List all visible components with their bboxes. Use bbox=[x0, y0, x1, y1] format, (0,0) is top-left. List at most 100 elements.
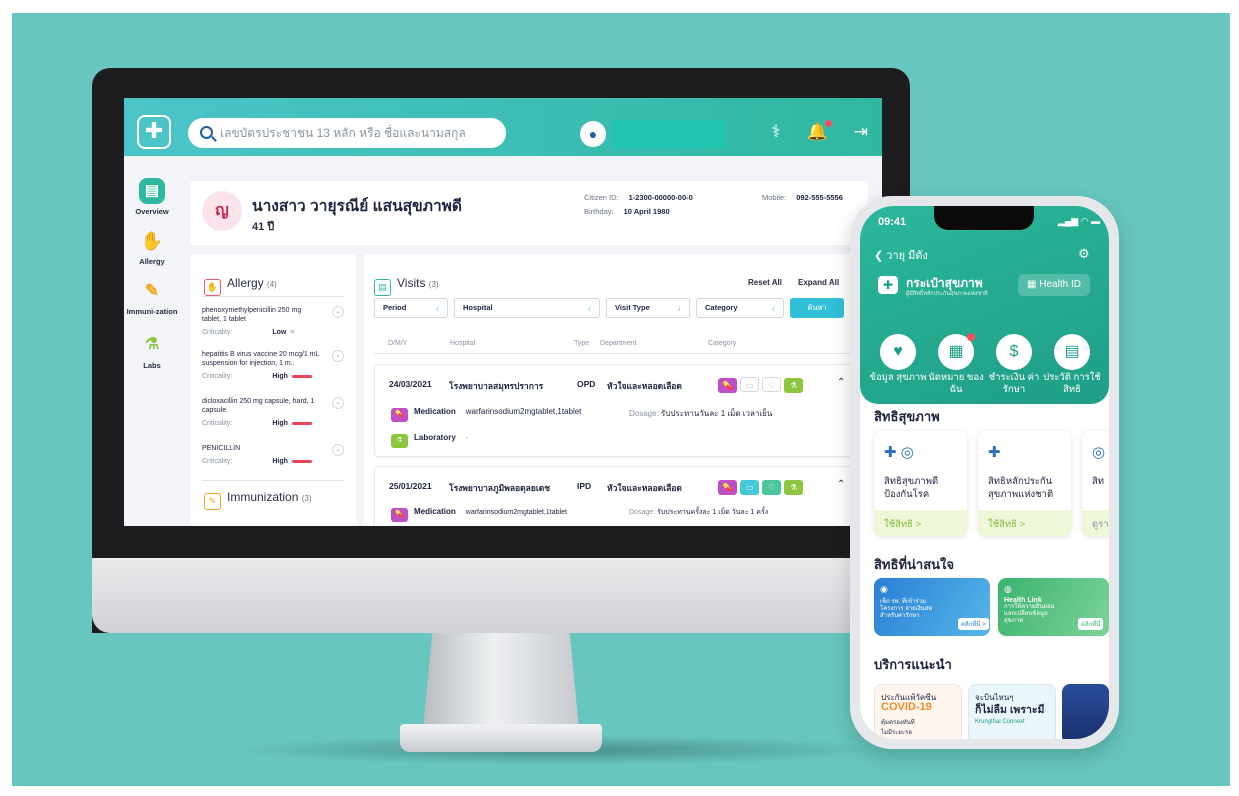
flask-icon: ⚗ bbox=[144, 336, 160, 353]
high-indicator bbox=[291, 460, 312, 463]
notification-bell-icon[interactable]: 🔔 bbox=[807, 120, 832, 142]
quick-label-health: ข้อมูล สุขภาพ bbox=[869, 372, 927, 383]
medication-row[interactable]: 💊 Medication warfarinsodium2mgtablet,1tabl… bbox=[391, 407, 772, 422]
desktop-header: ✚ เลขบัตรประชาชน 13 หลัก หรือ ชื่อและนาม… bbox=[124, 98, 882, 156]
calendar-icon[interactable]: ▦ bbox=[938, 333, 975, 370]
allergy-heading: ✋ Allergy (4) bbox=[204, 276, 277, 296]
monitor-stand-foot bbox=[400, 724, 602, 752]
period-select[interactable]: Period ↓ bbox=[374, 298, 448, 318]
chevron-up-icon[interactable]: ⌃ bbox=[837, 377, 845, 388]
visit-type-select[interactable]: Visit Type ↓ bbox=[606, 298, 690, 318]
visit-row[interactable]: 25/01/2021 โรงพยาบาลภูมิพลอดุลยเดช IPD ห… bbox=[374, 466, 860, 526]
interest-heading: สิทธิที่น่าสนใจ bbox=[874, 557, 954, 572]
pill-icon: 💊 bbox=[718, 480, 737, 495]
chevron-down-icon[interactable]: ⌄ bbox=[332, 444, 344, 456]
quick-label-appointment: นัดหมาย ของฉัน bbox=[928, 372, 984, 395]
history-icon[interactable]: ▤ bbox=[1054, 334, 1090, 370]
doctor-icon[interactable]: ⚕ bbox=[771, 122, 780, 142]
travel-insurance-card[interactable]: จะบินไหนๆ ก็ไม่ลืม เพราะมี Krungthai Con… bbox=[968, 684, 1056, 739]
visits-heading: ▤ Visits (3) bbox=[374, 276, 439, 296]
service-card[interactable] bbox=[1062, 684, 1109, 739]
health-logo-icon: ✚ bbox=[988, 444, 1001, 461]
visits-icon: ▤ bbox=[374, 279, 391, 296]
pill-icon: 💊 bbox=[391, 408, 408, 422]
phone-screen: 09:41 ▂▄▆ ◠ ▬ ❮ วายุ มีตัง ⚙ ✚ กระเป๋าสุ… bbox=[860, 206, 1109, 739]
flask-icon: ⚗ bbox=[391, 434, 408, 448]
sidebar-item-allergy[interactable]: ✋ Allergy bbox=[124, 228, 180, 266]
mobile-row: Mobile: 092-555-5556 bbox=[762, 193, 843, 202]
flask-icon: ⚗ bbox=[784, 378, 803, 393]
patient-search-input[interactable]: เลขบัตรประชาชน 13 หลัก หรือ ชื่อและนามสก… bbox=[188, 118, 506, 148]
status-icons: ▂▄▆ ◠ ▬ bbox=[1058, 216, 1101, 226]
app-logo-icon[interactable]: ✚ bbox=[137, 115, 171, 149]
category-select[interactable]: Category ↓ bbox=[696, 298, 784, 318]
chevron-up-icon[interactable]: ⌃ bbox=[837, 479, 845, 490]
bed-icon: ▭ bbox=[740, 377, 759, 392]
sidebar-item-overview[interactable]: ▤ Overview bbox=[124, 178, 180, 216]
allergy-item[interactable]: dicloxacillin 250 mg capsule, hard, 1 ca… bbox=[202, 397, 344, 428]
visit-filters: Period ↓ Hospital ↓ Visit Type ↓ Category ↓ … bbox=[374, 298, 844, 318]
search-icon bbox=[200, 126, 213, 139]
logout-icon[interactable]: ⇥ bbox=[854, 122, 868, 142]
divider bbox=[202, 480, 344, 481]
grid-icon: ▦ bbox=[1027, 279, 1037, 290]
chevron-left-icon: ❮ bbox=[874, 250, 884, 262]
use-rights-link[interactable]: ใช้สิทธิ > bbox=[874, 510, 967, 536]
category-tags: 💊 ▭ ♡ ⚗ bbox=[715, 477, 803, 495]
desktop-sidebar: ▤ Overview ✋ Allergy ✎ Immuni-zation ⚗ L… bbox=[124, 170, 180, 526]
hand-icon: ✋ bbox=[204, 279, 221, 296]
hand-icon: ✋ bbox=[140, 231, 164, 251]
chevron-down-icon[interactable]: ⌄ bbox=[332, 350, 344, 362]
covid-insurance-card[interactable]: ประกันแพ้วัคซีน COVID-19 คุ้มครองทันที ไ… bbox=[874, 684, 962, 739]
heart-icon[interactable]: ♥ bbox=[880, 334, 916, 370]
syringe-icon: ✎ bbox=[144, 281, 160, 300]
monitor-stand-neck bbox=[423, 633, 579, 729]
search-placeholder: เลขบัตรประชาชน 13 หลัก หรือ ชื่อและนามสก… bbox=[220, 126, 466, 140]
allergy-item[interactable]: hepatitis B virus vaccine 20 mcg/1 mL su… bbox=[202, 350, 344, 381]
immunization-heading: ✎ Immunization (3) bbox=[204, 490, 312, 510]
allergy-panel: ✋ Allergy (4) phenoxymethylpenicillin 250… bbox=[190, 254, 356, 526]
promo-banner[interactable]: ◉ เช็ก รพ. ที่เข้าร่วมโครงการ จ่ายเงินสด… bbox=[874, 578, 990, 636]
health-id-button[interactable]: ▦ Health ID bbox=[1018, 274, 1090, 296]
globe-icon: ◍ bbox=[1004, 584, 1012, 594]
sidebar-item-labs[interactable]: ⚗ Labs bbox=[124, 332, 180, 370]
monitor-chin bbox=[92, 558, 910, 633]
search-button[interactable]: ค้นหา bbox=[790, 298, 844, 318]
allergy-item[interactable]: PENICILLIN ⌄ Criticality: High bbox=[202, 444, 344, 466]
hospital-select[interactable]: Hospital ↓ bbox=[454, 298, 600, 318]
sidebar-item-immunization[interactable]: ✎ Immuni-zation bbox=[124, 278, 180, 316]
click-here-button[interactable]: คลิกที่นี่ > bbox=[958, 618, 989, 630]
rights-card[interactable]: ◎ สิท ดูรา bbox=[1082, 431, 1109, 536]
settings-gear-icon[interactable]: ⚙ bbox=[1078, 246, 1090, 262]
back-button[interactable]: ❮ วายุ มีตัง bbox=[874, 246, 928, 264]
expand-all-link[interactable]: Expand All bbox=[798, 278, 839, 287]
user-avatar-icon[interactable]: ● bbox=[580, 121, 606, 147]
reset-all-link[interactable]: Reset All bbox=[748, 278, 782, 287]
use-rights-link[interactable]: ใช้สิทธิ > bbox=[978, 510, 1071, 536]
user-name-block bbox=[612, 120, 726, 148]
health-logo-icon: ◎ bbox=[1092, 444, 1106, 461]
payment-icon[interactable]: $ bbox=[996, 334, 1032, 370]
citizen-id-row: Citizen ID: 1-2300-00000-00-0 bbox=[584, 193, 693, 202]
notification-dot bbox=[967, 333, 975, 341]
services-heading: บริการแนะนำ bbox=[874, 657, 952, 672]
notification-dot bbox=[824, 120, 832, 127]
phone-notch bbox=[934, 206, 1034, 230]
medication-row[interactable]: 💊 Medication warfarinsodium2mgtablet,1tabl… bbox=[391, 507, 768, 522]
stethoscope-icon: ♡ bbox=[762, 377, 781, 392]
syringe-icon: ✎ bbox=[204, 493, 221, 510]
click-here-button[interactable]: คลิกที่นี่ bbox=[1078, 618, 1104, 630]
high-indicator bbox=[291, 422, 312, 425]
category-tags: 💊 ▭ ♡ ⚗ bbox=[715, 375, 803, 393]
rights-card[interactable]: ✚ ◎ สิทธิสุขภาพดี ป้องกันโรค ใช้สิทธิ > bbox=[874, 431, 967, 536]
chevron-down-icon[interactable]: ⌄ bbox=[332, 306, 344, 318]
pill-icon: 💊 bbox=[391, 508, 408, 522]
patient-card: ญ นางสาว วายุรณีย์ แสนสุขภาพดี 41 ปี Cit… bbox=[190, 181, 868, 245]
rights-card[interactable]: ✚ สิทธิหลักประกัน สุขภาพแห่งชาติ ใช้สิทธ… bbox=[978, 431, 1071, 536]
chevron-down-icon[interactable]: ⌄ bbox=[332, 397, 344, 409]
health-link-banner[interactable]: ◍ Health Link การให้ความยินยอม แลกเปลี่ย… bbox=[998, 578, 1109, 636]
laboratory-row[interactable]: ⚗ Laboratory - bbox=[391, 433, 468, 448]
allergy-item[interactable]: phenoxymethylpenicillin 250 mg tablet, 1… bbox=[202, 306, 344, 337]
visit-row[interactable]: 24/03/2021 โรงพยาบาลสมุทรปราการ OPD หัวใ… bbox=[374, 364, 860, 457]
visits-panel: ▤ Visits (3) Reset All Expand All Period ↓… bbox=[364, 254, 870, 526]
